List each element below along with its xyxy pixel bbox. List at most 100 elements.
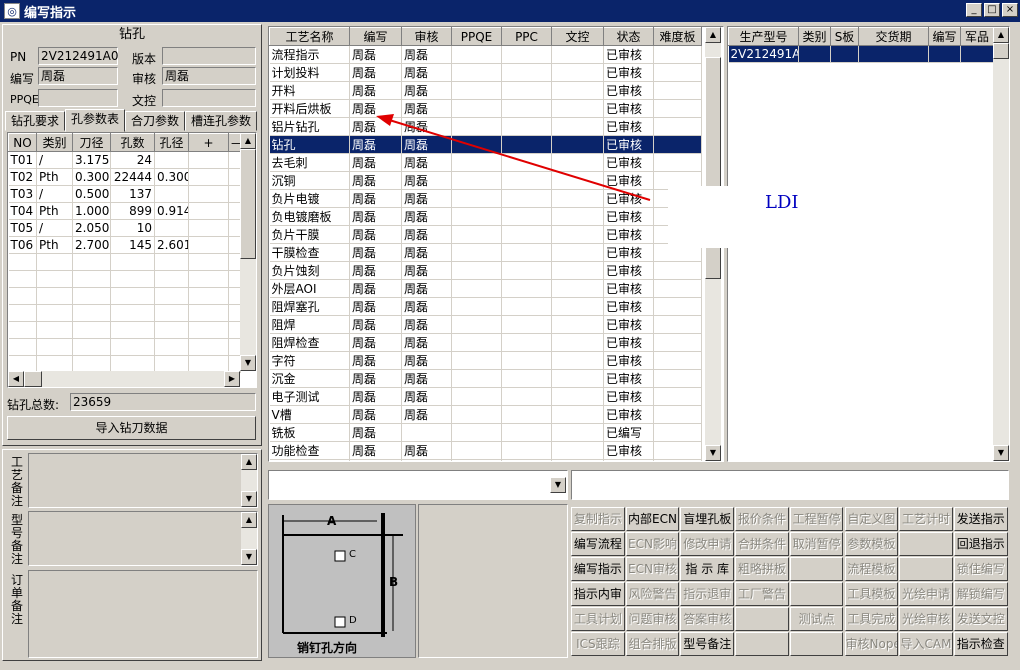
process-col-header[interactable]: 状态: [603, 27, 654, 46]
action-button[interactable]: 合拼条件: [735, 532, 789, 556]
scroll-down-icon[interactable]: ▼: [993, 445, 1009, 461]
process-row[interactable]: 负片电镀 周磊 周磊 已审核: [269, 189, 702, 208]
action-button[interactable]: 工艺计时: [899, 507, 953, 531]
process-col-header[interactable]: 工艺名称: [269, 27, 350, 46]
scroll-up-icon[interactable]: ▲: [240, 133, 256, 149]
drill-col-header[interactable]: 孔数: [110, 133, 155, 152]
scroll-down-icon[interactable]: ▼: [705, 445, 721, 461]
combo-box[interactable]: ▼: [268, 470, 568, 500]
action-button[interactable]: [789, 632, 844, 656]
process-col-header[interactable]: 文控: [551, 27, 604, 46]
product-col-header[interactable]: 类别: [798, 27, 831, 46]
product-vscroll[interactable]: ▲ ▼: [993, 27, 1009, 461]
order-memo-field[interactable]: [28, 570, 258, 658]
action-button[interactable]: 测试点: [789, 607, 844, 631]
author-field[interactable]: 周磊: [38, 67, 118, 85]
process-row[interactable]: 流程指示 周磊 周磊 已审核: [269, 45, 702, 64]
action-button[interactable]: [899, 532, 953, 556]
action-button[interactable]: 指示内审: [571, 582, 625, 606]
process-col-header[interactable]: 审核: [401, 27, 452, 46]
product-vscroll-thumb[interactable]: [993, 43, 1009, 59]
scroll-down-icon[interactable]: ▼: [241, 491, 257, 507]
model-memo-field[interactable]: ▲ ▼: [28, 511, 258, 566]
action-button[interactable]: [789, 582, 844, 606]
process-row[interactable]: 铣板 周磊 已编写: [269, 423, 702, 442]
action-button[interactable]: 光绘审核: [899, 607, 953, 631]
process-row[interactable]: V槽 周磊 周磊 已审核: [269, 405, 702, 424]
action-button[interactable]: 答案审核: [680, 607, 735, 631]
action-button[interactable]: 参数模板: [844, 532, 899, 556]
action-button[interactable]: ECN影响: [625, 532, 680, 556]
action-button[interactable]: [735, 607, 789, 631]
product-col-header[interactable]: S板: [830, 27, 859, 46]
version-field[interactable]: [162, 47, 256, 65]
process-row[interactable]: 去毛刺 周磊 周磊 已审核: [269, 153, 702, 172]
action-button[interactable]: 工程暂停: [789, 507, 844, 531]
process-row[interactable]: 计划投料 周磊 周磊 已审核: [269, 63, 702, 82]
action-button[interactable]: 审核Nope: [844, 632, 899, 656]
action-button[interactable]: 锁住编写: [953, 557, 1008, 581]
process-row[interactable]: 电子测试 周磊 周磊 已审核: [269, 387, 702, 406]
action-button[interactable]: 取消暂停: [789, 532, 844, 556]
import-drill-data-button[interactable]: 导入钻刀数据: [7, 416, 256, 440]
action-button[interactable]: 流程模板: [844, 557, 899, 581]
product-row[interactable]: 2V212491A0: [728, 45, 994, 63]
drill-row[interactable]: T06 Pth 2.700 145 2.601: [8, 236, 241, 254]
drill-vscroll[interactable]: ▲ ▼: [240, 133, 256, 371]
scroll-up-icon[interactable]: ▲: [241, 512, 257, 528]
action-button[interactable]: [735, 632, 789, 656]
close-button[interactable]: ×: [1002, 3, 1018, 17]
minimize-button[interactable]: _: [966, 3, 982, 17]
tab-slot-hole-params[interactable]: 槽连孔参数: [185, 111, 257, 131]
drill-row[interactable]: T03/0.500 137: [8, 185, 241, 203]
action-button[interactable]: 问题审核: [625, 607, 680, 631]
maximize-button[interactable]: □: [984, 3, 1000, 17]
action-button[interactable]: 风险警告: [625, 582, 680, 606]
action-button[interactable]: 组合排版: [625, 632, 680, 656]
action-button[interactable]: 工具完成: [844, 607, 899, 631]
action-button[interactable]: 内部ECN: [625, 507, 680, 531]
process-col-header[interactable]: PPQE: [451, 27, 502, 46]
product-col-header[interactable]: 军品: [960, 27, 994, 46]
command-input[interactable]: [571, 470, 1009, 500]
action-button[interactable]: 解锁编写: [953, 582, 1008, 606]
scroll-down-icon[interactable]: ▼: [241, 549, 257, 565]
action-button[interactable]: 指示检查: [953, 632, 1008, 656]
process-row[interactable]: 沉铜 周磊 周磊 已审核: [269, 171, 702, 190]
process-row[interactable]: 阻焊检查 周磊 周磊 已审核: [269, 333, 702, 352]
action-button[interactable]: 盲埋孔板: [680, 507, 735, 531]
process-row[interactable]: 负片蚀刻 周磊 周磊 已审核: [269, 261, 702, 280]
drill-hscroll-thumb[interactable]: [24, 371, 42, 387]
action-button[interactable]: 工具计划: [571, 607, 625, 631]
action-button[interactable]: 编写指示: [571, 557, 625, 581]
review-field[interactable]: 周磊: [162, 67, 256, 85]
action-button[interactable]: 回退指示: [953, 532, 1008, 556]
scroll-up-icon[interactable]: ▲: [993, 27, 1009, 43]
action-button[interactable]: 粗略拼板: [735, 557, 789, 581]
action-button[interactable]: 型号备注: [680, 632, 735, 656]
scroll-down-icon[interactable]: ▼: [240, 355, 256, 371]
process-row[interactable]: 铝片钻孔 周磊 周磊 已审核: [269, 117, 702, 136]
action-button[interactable]: 报价条件: [735, 507, 789, 531]
tab-combined-tool-params[interactable]: 合刀参数: [125, 111, 185, 131]
drill-hscroll[interactable]: ◀ ▶: [8, 371, 240, 387]
process-row[interactable]: 阻焊 周磊 周磊 已审核: [269, 315, 702, 334]
process-row[interactable]: 开料后烘板 周磊 周磊 已审核: [269, 99, 702, 118]
action-button[interactable]: 编写流程: [571, 532, 625, 556]
action-button[interactable]: ICS跟踪: [571, 632, 625, 656]
action-button[interactable]: 指 示 库: [680, 557, 735, 581]
action-button[interactable]: 工具模板: [844, 582, 899, 606]
drill-vscroll-thumb[interactable]: [240, 149, 256, 259]
product-col-header[interactable]: 生产型号: [728, 27, 799, 46]
action-button[interactable]: 指示退审: [680, 582, 735, 606]
process-memo-field[interactable]: ▲ ▼: [28, 453, 258, 508]
action-button[interactable]: 导入CAM: [899, 632, 953, 656]
drill-col-header[interactable]: 孔径: [154, 133, 189, 152]
process-row[interactable]: 外层AOI 周磊 周磊 已审核: [269, 279, 702, 298]
pn-field[interactable]: 2V212491A0: [38, 47, 119, 65]
action-button[interactable]: 自定义图: [844, 507, 899, 531]
action-button[interactable]: 工厂警告: [735, 582, 789, 606]
process-row[interactable]: 开料 周磊 周磊 已审核: [269, 81, 702, 100]
process-row[interactable]: 终检周磊周磊已审核: [269, 459, 702, 461]
scroll-right-icon[interactable]: ▶: [224, 371, 240, 387]
